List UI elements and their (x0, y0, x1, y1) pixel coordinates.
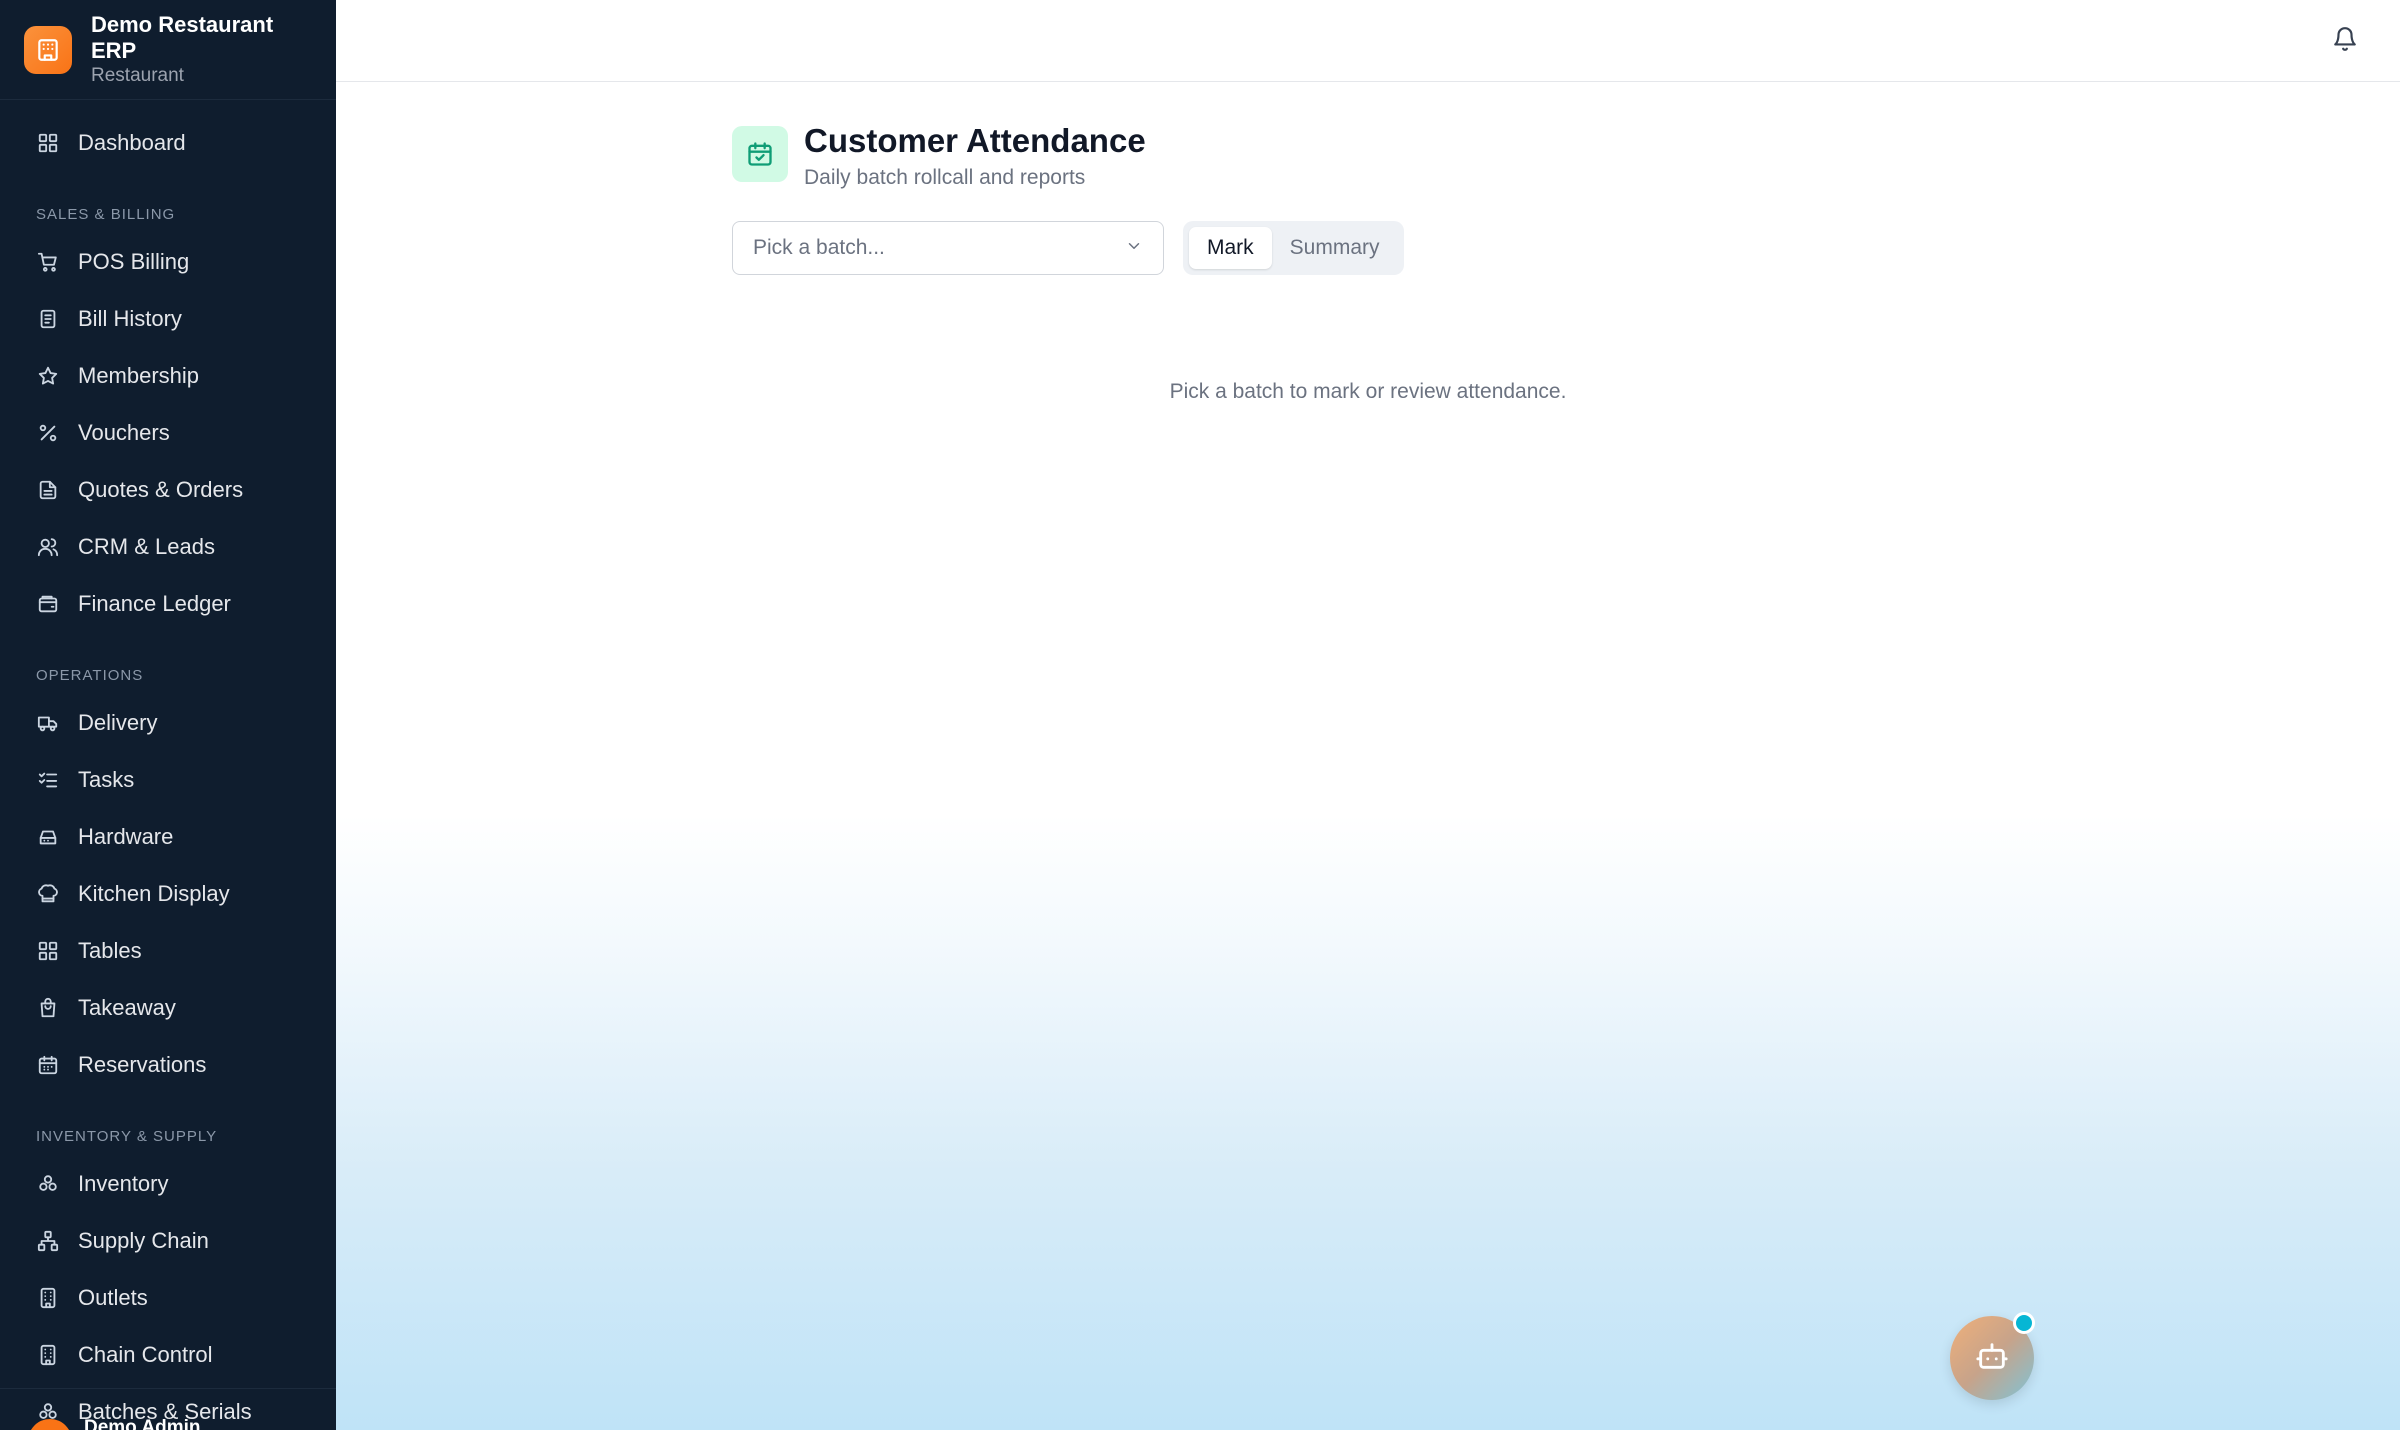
sidebar-item-label: Vouchers (78, 419, 170, 445)
section-header-operations: OPERATIONS (36, 667, 144, 684)
sidebar-item-label: Delivery (78, 709, 158, 735)
sidebar-item-label: Finance Ledger (78, 590, 231, 616)
grid-icon (36, 131, 60, 155)
sidebar-item-label: Bill History (78, 305, 182, 331)
empty-state-message: Pick a batch to mark or review attendanc… (1169, 380, 1567, 403)
hard-drive-icon (36, 825, 60, 849)
bot-icon (1975, 1339, 2009, 1378)
notification-dot (2013, 1312, 2035, 1334)
wallet-icon (36, 592, 60, 616)
user-name: Demo Admin (84, 1417, 201, 1430)
sidebar-item-bill-history[interactable]: Bill History (0, 290, 336, 347)
bell-icon[interactable] (2332, 26, 2360, 54)
brand-header[interactable]: Demo Restaurant ERP Restaurant (0, 0, 336, 100)
star-icon (36, 364, 60, 388)
sidebar: Demo Restaurant ERP Restaurant Dashboard… (0, 0, 336, 1430)
calendar-check-icon (732, 126, 788, 182)
tab-mark[interactable]: Mark (1189, 227, 1272, 269)
sidebar-item-label: Takeaway (78, 994, 176, 1020)
grid-icon (36, 939, 60, 963)
sidebar-item-membership[interactable]: Membership (0, 347, 336, 404)
sidebar-item-reservations[interactable]: Reservations (0, 1036, 336, 1093)
brand-title: Demo Restaurant ERP (91, 11, 274, 63)
sidebar-item-label: Hardware (78, 823, 174, 849)
checklist-icon (36, 768, 60, 792)
brand-subtitle: Restaurant (91, 64, 184, 86)
boxes-icon (36, 1172, 60, 1196)
sidebar-item-label: Inventory (78, 1170, 169, 1196)
sidebar-item-outlets[interactable]: Outlets (0, 1269, 336, 1326)
restaurant-logo-icon (24, 25, 72, 74)
cart-icon (36, 250, 60, 274)
sidebar-item-label: Quotes & Orders (78, 476, 244, 502)
sidebar-item-label: Membership (78, 362, 200, 388)
page-title: Customer Attendance (804, 122, 1146, 159)
sidebar-nav: Dashboard SALES & BILLING POS Billing Bi… (0, 100, 336, 1430)
sidebar-item-label: Chain Control (78, 1341, 213, 1367)
sidebar-item-vouchers[interactable]: Vouchers (0, 404, 336, 461)
page-header: Customer Attendance Daily batch rollcall… (732, 122, 1146, 190)
users-icon (36, 535, 60, 559)
sidebar-item-kitchen-display[interactable]: Kitchen Display (0, 865, 336, 922)
sidebar-item-label: Outlets (78, 1284, 148, 1310)
section-header-sales-billing: SALES & BILLING (36, 206, 176, 223)
sidebar-item-label: Kitchen Display (78, 880, 230, 906)
user-profile[interactable]: Demo Admin (0, 1388, 336, 1430)
sidebar-item-label: POS Billing (78, 248, 190, 274)
sidebar-item-label: Tables (78, 937, 142, 963)
sidebar-item-inventory[interactable]: Inventory (0, 1155, 336, 1212)
avatar (28, 1419, 72, 1430)
bag-icon (36, 996, 60, 1020)
sidebar-item-finance-ledger[interactable]: Finance Ledger (0, 575, 336, 632)
page-subtitle: Daily batch rollcall and reports (804, 166, 1086, 189)
document-icon (36, 478, 60, 502)
calendar-icon (36, 1053, 60, 1077)
batch-select[interactable]: Pick a batch... (732, 221, 1164, 275)
sidebar-item-label: Tasks (78, 766, 135, 792)
sidebar-item-label: Supply Chain (78, 1227, 209, 1253)
sidebar-item-pos-billing[interactable]: POS Billing (0, 233, 336, 290)
sidebar-item-label: Dashboard (78, 129, 186, 155)
view-toggle: Mark Summary (1183, 221, 1404, 275)
batch-select-placeholder: Pick a batch... (753, 236, 885, 259)
sidebar-item-delivery[interactable]: Delivery (0, 694, 336, 751)
network-icon (36, 1229, 60, 1253)
truck-icon (36, 711, 60, 735)
building-icon (36, 1286, 60, 1310)
main-content: Customer Attendance Daily batch rollcall… (336, 0, 2400, 1430)
sidebar-item-hardware[interactable]: Hardware (0, 808, 336, 865)
sidebar-item-takeaway[interactable]: Takeaway (0, 979, 336, 1036)
sidebar-item-label: CRM & Leads (78, 533, 215, 559)
chevron-down-icon (1125, 237, 1143, 260)
sidebar-item-tasks[interactable]: Tasks (0, 751, 336, 808)
percent-icon (36, 421, 60, 445)
building-icon (36, 1343, 60, 1367)
tab-summary[interactable]: Summary (1272, 227, 1398, 269)
attendance-controls: Pick a batch... Mark Summary (732, 221, 1404, 275)
sidebar-item-supply-chain[interactable]: Supply Chain (0, 1212, 336, 1269)
sidebar-item-tables[interactable]: Tables (0, 922, 336, 979)
section-header-inventory-supply: INVENTORY & SUPPLY (36, 1128, 218, 1145)
sidebar-item-label: Reservations (78, 1051, 207, 1077)
top-bar (336, 0, 2400, 82)
sidebar-item-crm-leads[interactable]: CRM & Leads (0, 518, 336, 575)
receipt-icon (36, 307, 60, 331)
sidebar-item-dashboard[interactable]: Dashboard (0, 114, 336, 171)
chef-hat-icon (36, 882, 60, 906)
sidebar-item-quotes-orders[interactable]: Quotes & Orders (0, 461, 336, 518)
sidebar-item-chain-control[interactable]: Chain Control (0, 1326, 336, 1383)
